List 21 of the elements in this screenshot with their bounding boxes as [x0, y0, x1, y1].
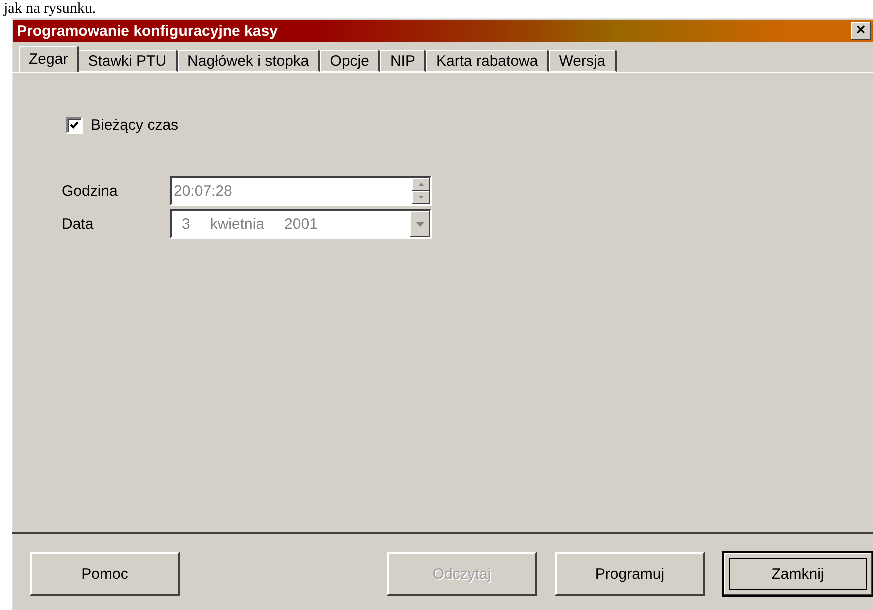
document-text: jak na rysunku. — [2, 0, 98, 18]
dialog-button[interactable]: Zamknij — [723, 552, 873, 596]
dialog-button[interactable]: Pomoc — [30, 552, 180, 596]
tab[interactable]: Stawki PTU — [78, 50, 178, 72]
check-icon — [70, 121, 79, 130]
tab[interactable]: Wersja — [549, 50, 617, 72]
close-button[interactable]: × — [851, 22, 871, 40]
tab[interactable]: Nagłówek i stopka — [178, 50, 320, 72]
tab[interactable]: Opcje — [320, 50, 380, 72]
tab[interactable]: Karta rabatowa — [426, 50, 550, 72]
up-arrow-icon — [418, 183, 424, 186]
down-arrow-icon — [418, 196, 424, 199]
window-title: Programowanie konfiguracyjne kasy — [17, 22, 278, 40]
checkbox-label: Bieżący czas — [91, 117, 179, 134]
checkbox[interactable] — [66, 117, 83, 134]
field-label: Godzina — [62, 182, 119, 200]
down-arrow-icon — [416, 222, 424, 226]
dialog-button[interactable]: Programuj — [555, 552, 705, 596]
tab[interactable]: NIP — [380, 50, 426, 72]
tab[interactable]: Zegar — [19, 46, 80, 72]
field-label: Data — [62, 216, 95, 232]
